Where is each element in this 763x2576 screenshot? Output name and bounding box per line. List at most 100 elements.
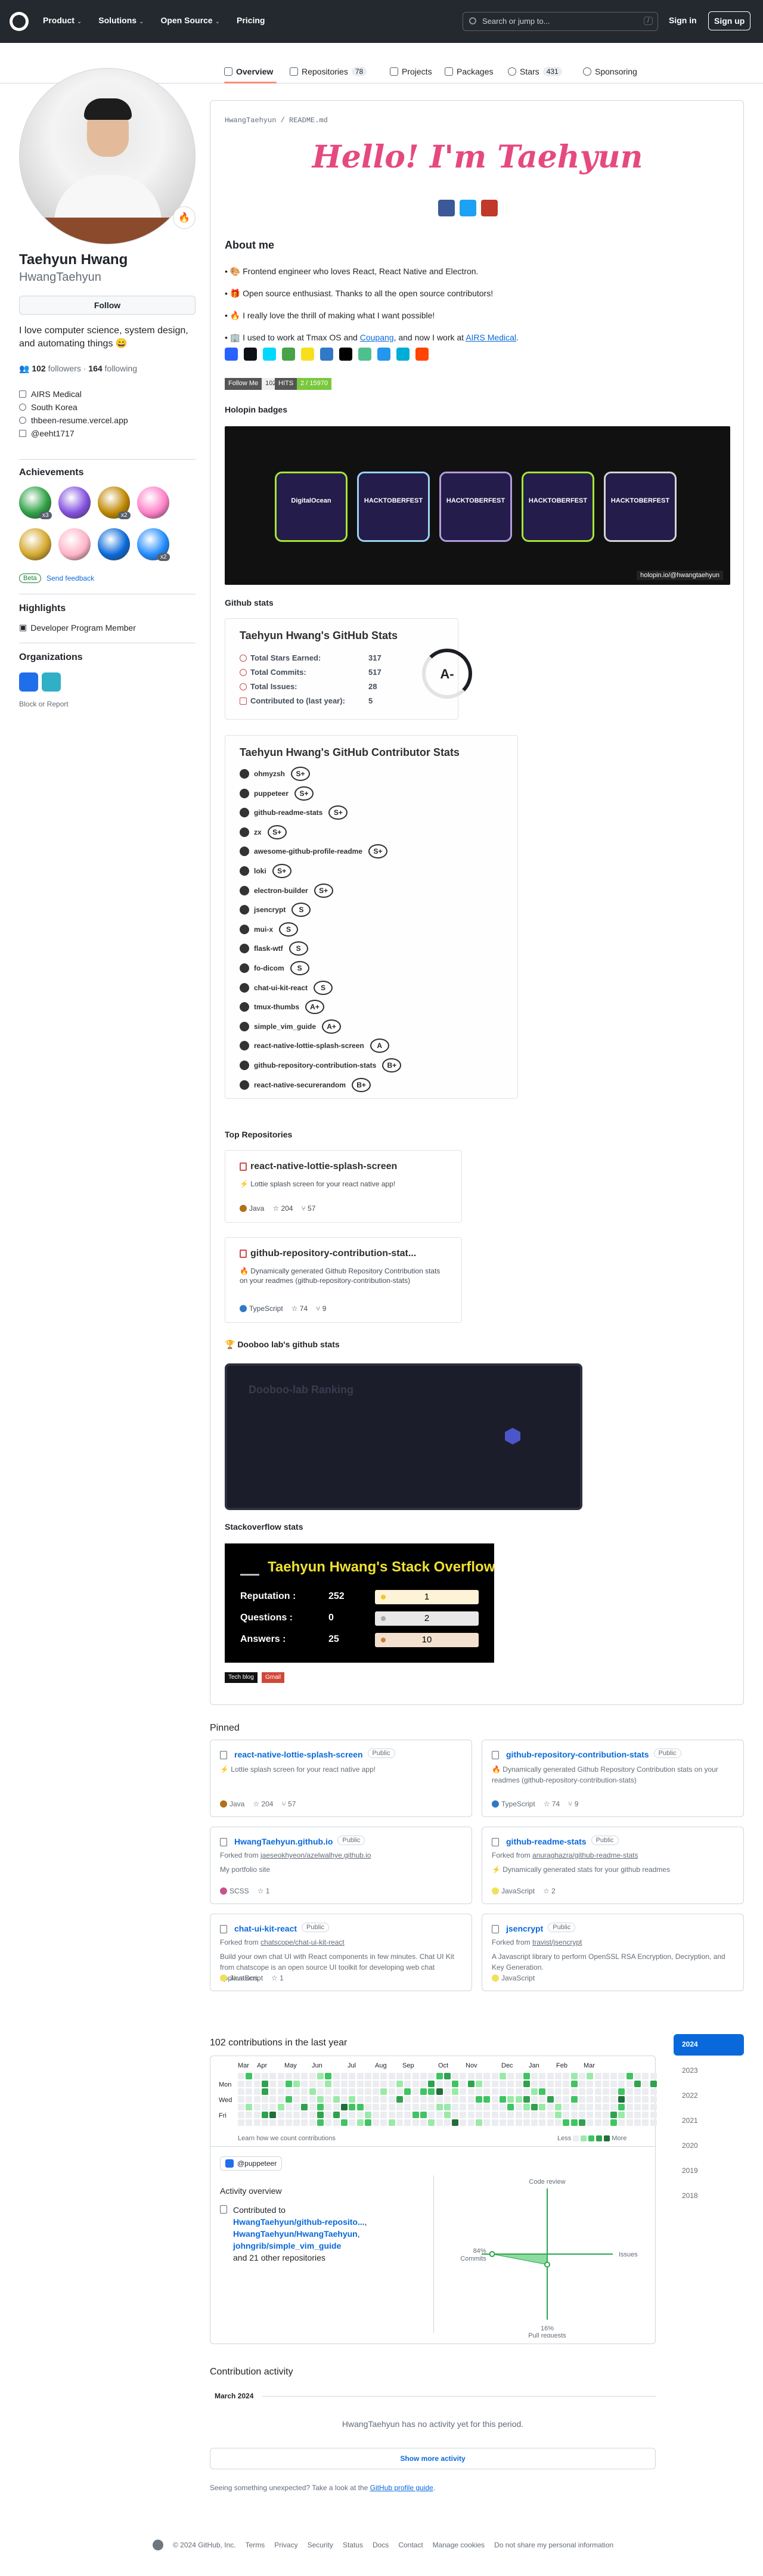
contribution-cell[interactable] <box>443 2073 451 2079</box>
contribution-cell[interactable] <box>253 2073 260 2079</box>
footer-link[interactable]: Status <box>343 2541 363 2549</box>
contribution-cell[interactable] <box>602 2104 609 2110</box>
contribution-cell[interactable] <box>563 2096 570 2103</box>
contribution-cell[interactable] <box>238 2119 244 2126</box>
contribution-cell[interactable] <box>246 2096 253 2103</box>
show-more-activity-button[interactable]: Show more activity <box>210 2448 656 2469</box>
contribution-cell[interactable] <box>507 2119 514 2126</box>
tech-blog-badge[interactable]: Tech blog <box>225 1672 258 1683</box>
contribution-cell[interactable] <box>277 2104 284 2110</box>
contribution-cell[interactable] <box>261 2112 268 2118</box>
contribution-cell[interactable] <box>388 2081 395 2087</box>
contribution-cell[interactable] <box>293 2081 300 2087</box>
block-or-report-link[interactable]: Block or Report <box>19 700 69 708</box>
contribution-cell[interactable] <box>293 2088 300 2095</box>
contribution-cell[interactable] <box>531 2119 538 2126</box>
contribution-cell[interactable] <box>277 2119 284 2126</box>
contribution-cell[interactable] <box>364 2104 371 2110</box>
contribution-cell[interactable] <box>610 2088 618 2095</box>
contribution-cell[interactable] <box>594 2096 601 2103</box>
contribution-cell[interactable] <box>293 2112 300 2118</box>
org-filter-chip[interactable]: @puppeteer <box>220 2156 283 2171</box>
nav-pricing[interactable]: Pricing <box>237 16 265 25</box>
contribution-cell[interactable] <box>539 2073 546 2079</box>
fork-source-link[interactable]: jaeseokhyeon/azelwalhye.github.io <box>260 1851 371 1859</box>
contribution-cell[interactable] <box>420 2073 427 2079</box>
contribution-cell[interactable] <box>428 2081 435 2087</box>
contribution-cell[interactable] <box>555 2073 562 2079</box>
contribution-cell[interactable] <box>443 2088 451 2095</box>
contribution-cell[interactable] <box>507 2112 514 2118</box>
contribution-cell[interactable] <box>428 2073 435 2079</box>
contribution-cell[interactable] <box>476 2119 482 2126</box>
profile-guide-link[interactable]: GitHub profile guide <box>370 2484 433 2492</box>
contribution-cell[interactable] <box>436 2119 443 2126</box>
contribution-cell[interactable] <box>246 2112 253 2118</box>
contribution-cell[interactable] <box>261 2104 268 2110</box>
tab-repositories[interactable]: Repositories 78 <box>290 67 367 76</box>
contribution-cell[interactable] <box>253 2081 260 2087</box>
contribution-cell[interactable] <box>523 2119 530 2126</box>
contribution-cell[interactable] <box>404 2119 411 2126</box>
contribution-cell[interactable] <box>309 2088 316 2095</box>
contribution-cell[interactable] <box>555 2104 562 2110</box>
contribution-cell[interactable] <box>563 2088 570 2095</box>
contribution-cell[interactable] <box>412 2112 419 2118</box>
contribution-cell[interactable] <box>340 2119 348 2126</box>
contribution-cell[interactable] <box>412 2104 419 2110</box>
contribution-cell[interactable] <box>277 2112 284 2118</box>
github-logo-icon[interactable] <box>10 12 29 31</box>
contribution-cell[interactable] <box>436 2073 443 2079</box>
search-input[interactable]: Search or jump to... / <box>463 12 658 31</box>
contribution-cell[interactable] <box>396 2088 403 2095</box>
achievement-badge-arctic-code-vault[interactable] <box>98 528 130 560</box>
pinned-repo-name[interactable]: chat-ui-kit-react <box>234 1924 297 1933</box>
contribution-cell[interactable] <box>261 2096 268 2103</box>
twitter-link[interactable]: @eeht1717 <box>31 427 75 440</box>
contribution-cell[interactable] <box>238 2112 244 2118</box>
contribution-cell[interactable] <box>246 2088 253 2095</box>
contribution-cell[interactable] <box>587 2104 594 2110</box>
fork-source-link[interactable]: anuraghazra/github-readme-stats <box>532 1851 638 1859</box>
facebook-icon[interactable] <box>438 200 455 216</box>
achievement-badge-galaxy-brain[interactable] <box>58 486 91 519</box>
contrib-repo-link[interactable]: HwangTaehyun/HwangTaehyun <box>233 2229 358 2239</box>
contribution-cell[interactable] <box>452 2096 459 2103</box>
contribution-cell[interactable] <box>412 2119 419 2126</box>
contribution-cell[interactable] <box>634 2073 641 2079</box>
pinned-repo-name[interactable]: react-native-lottie-splash-screen <box>234 1750 363 1759</box>
contribution-cell[interactable] <box>539 2081 546 2087</box>
contribution-cell[interactable] <box>340 2096 348 2103</box>
footer-link[interactable]: Manage cookies <box>433 2541 485 2549</box>
contribution-cell[interactable] <box>476 2073 482 2079</box>
contribution-cell[interactable] <box>507 2096 514 2103</box>
contribution-cell[interactable] <box>563 2081 570 2087</box>
followers-link[interactable]: 102 followers <box>32 364 81 373</box>
contribution-cell[interactable] <box>491 2073 498 2079</box>
contribution-cell[interactable] <box>460 2073 467 2079</box>
contribution-cell[interactable] <box>642 2112 649 2118</box>
contribution-cell[interactable] <box>396 2119 403 2126</box>
contribution-cell[interactable] <box>317 2088 324 2095</box>
holopin-badge[interactable]: DigitalOcean <box>275 472 348 542</box>
contribution-cell[interactable] <box>293 2096 300 2103</box>
contribution-cell[interactable] <box>634 2104 641 2110</box>
contribution-cell[interactable] <box>333 2112 340 2118</box>
contribution-cell[interactable] <box>380 2088 387 2095</box>
stars-count[interactable]: ☆ 74 <box>544 1800 560 1808</box>
contribution-cell[interactable] <box>443 2096 451 2103</box>
contribution-cell[interactable] <box>578 2081 585 2087</box>
contribution-cell[interactable] <box>412 2088 419 2095</box>
contribution-cell[interactable] <box>420 2104 427 2110</box>
contribution-cell[interactable] <box>325 2112 332 2118</box>
contribution-cell[interactable] <box>515 2088 522 2095</box>
contribution-cell[interactable] <box>349 2119 356 2126</box>
tab-stars[interactable]: Stars 431 <box>508 67 562 76</box>
contribution-cell[interactable] <box>380 2081 387 2087</box>
contribution-cell[interactable] <box>570 2073 578 2079</box>
contribution-cell[interactable] <box>277 2081 284 2087</box>
contribution-cell[interactable] <box>555 2119 562 2126</box>
contribution-cell[interactable] <box>531 2088 538 2095</box>
contribution-cell[interactable] <box>578 2112 585 2118</box>
tab-sponsoring[interactable]: Sponsoring <box>583 67 637 76</box>
